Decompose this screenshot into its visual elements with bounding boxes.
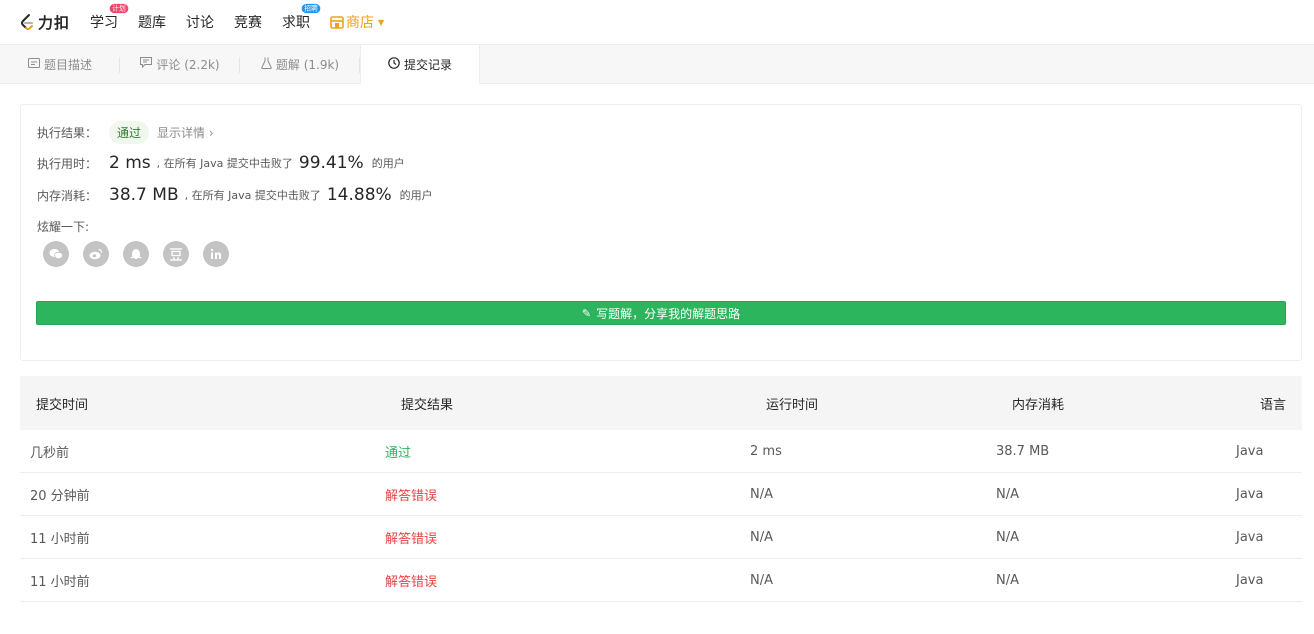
cell-runtime: N/A <box>750 529 773 545</box>
header-submit-result[interactable]: 提交结果 <box>385 394 750 413</box>
tab-submissions[interactable]: 提交记录 <box>360 45 480 84</box>
share-row: 炫耀一下: <box>37 218 89 235</box>
tab-description-label: 题目描述 <box>43 57 92 72</box>
leetcode-logo-icon <box>21 14 33 30</box>
flask-icon <box>261 57 272 72</box>
memory-suffix: 的用户 <box>399 189 433 202</box>
nav-store[interactable]: 商店 ▼ <box>330 12 384 32</box>
status-label: 执行结果： <box>37 126 98 140</box>
nav-contest[interactable]: 竞赛 <box>234 12 262 32</box>
header-language[interactable]: 语言 <box>1226 394 1302 413</box>
nav-discuss-label: 讨论 <box>186 15 215 31</box>
weibo-icon[interactable] <box>83 241 109 267</box>
description-icon <box>27 57 40 71</box>
chevron-down-icon: ▼ <box>378 17 385 27</box>
problem-tabbar: 题目描述 评论 (2.2k) 题解 (1.9k) 提交记录 <box>0 44 1314 84</box>
nav-learn-label: 学习 <box>90 15 119 31</box>
write-solution-button[interactable]: ✎ 写题解，分享我的解题思路 <box>36 301 1286 325</box>
nav-contest-label: 竞赛 <box>234 15 263 31</box>
write-solution-label: 写题解，分享我的解题思路 <box>596 306 741 321</box>
tab-solutions-label: 题解 (1.9k) <box>275 57 340 72</box>
cell-result[interactable]: 解答错误 <box>385 571 750 590</box>
linkedin-icon[interactable] <box>203 241 229 267</box>
logo[interactable]: 力扣 <box>18 12 70 33</box>
table-row[interactable]: 11 小时前 解答错误 N/A N/A Java <box>20 559 1302 602</box>
cell-result[interactable]: 通过 <box>385 442 750 461</box>
store-icon <box>330 15 344 29</box>
cell-time: 11 小时前 <box>30 531 90 547</box>
nav-discuss[interactable]: 讨论 <box>186 12 214 32</box>
status-row: 执行结果： 通过 显示详情 › <box>37 121 214 144</box>
cell-language: Java <box>1236 572 1264 588</box>
share-icons <box>43 241 243 267</box>
tab-solutions[interactable]: 题解 (1.9k) <box>240 45 360 83</box>
runtime-value: 2 ms <box>109 153 151 173</box>
cell-memory: N/A <box>996 572 1019 588</box>
share-label: 炫耀一下: <box>37 220 90 234</box>
cell-time: 20 分钟前 <box>30 488 90 504</box>
header-submit-time[interactable]: 提交时间 <box>20 394 385 413</box>
top-nav: 力扣 学习 计划 题库 讨论 竞赛 求职 招聘 商店 ▼ <box>0 0 1314 44</box>
cell-language: Java <box>1236 443 1264 459</box>
memory-row: 内存消耗： 38.7 MB , 在所有 Java 提交中击败了 14.88% 的… <box>37 185 433 205</box>
show-details-link[interactable]: 显示详情 › <box>157 124 214 141</box>
header-runtime[interactable]: 运行时间 <box>750 394 996 413</box>
nav-learn-badge: 计划 <box>109 3 129 14</box>
table-row[interactable]: 20 分钟前 解答错误 N/A N/A Java <box>20 473 1302 516</box>
wechat-icon[interactable] <box>43 241 69 267</box>
pencil-icon: ✎ <box>581 306 592 320</box>
nav-problems-label: 题库 <box>138 15 167 31</box>
nav-jobs-badge: 招聘 <box>301 3 321 14</box>
table-row[interactable]: 几秒前 通过 2 ms 38.7 MB Java <box>20 430 1302 473</box>
cell-runtime: N/A <box>750 572 773 588</box>
cell-time: 11 小时前 <box>30 574 90 590</box>
cell-memory: N/A <box>996 529 1019 545</box>
runtime-text: , 在所有 Java 提交中击败了 <box>156 157 293 170</box>
tab-comments[interactable]: 评论 (2.2k) <box>120 45 240 83</box>
memory-label: 内存消耗： <box>37 188 98 203</box>
qq-icon[interactable] <box>123 241 149 267</box>
nav-problems[interactable]: 题库 <box>138 12 166 32</box>
cell-result[interactable]: 解答错误 <box>385 528 750 547</box>
nav-jobs[interactable]: 求职 招聘 <box>282 3 321 32</box>
nav-store-label: 商店 <box>346 15 375 31</box>
table-row[interactable]: 11 小时前 解答错误 N/A N/A Java <box>20 516 1302 559</box>
submissions-table: 提交时间 提交结果 运行时间 内存消耗 语言 几秒前 通过 2 ms 38.7 … <box>20 376 1302 602</box>
header-memory[interactable]: 内存消耗 <box>996 394 1226 413</box>
cell-result[interactable]: 解答错误 <box>385 485 750 504</box>
cell-language: Java <box>1236 486 1264 502</box>
nav-jobs-label: 求职 <box>282 15 311 31</box>
runtime-label: 执行用时： <box>37 156 98 171</box>
cell-runtime: N/A <box>750 486 773 502</box>
logo-text: 力扣 <box>38 13 71 32</box>
cell-memory: 38.7 MB <box>996 443 1050 459</box>
status-badge: 通过 <box>109 121 150 144</box>
douban-icon[interactable] <box>163 241 189 267</box>
memory-value: 38.7 MB <box>109 185 179 205</box>
tab-description[interactable]: 题目描述 <box>0 45 120 83</box>
cell-time: 几秒前 <box>30 445 70 461</box>
memory-text: , 在所有 Java 提交中击败了 <box>184 189 321 202</box>
runtime-row: 执行用时： 2 ms , 在所有 Java 提交中击败了 99.41% 的用户 <box>37 153 405 173</box>
clock-icon <box>388 57 400 72</box>
table-header: 提交时间 提交结果 运行时间 内存消耗 语言 <box>20 376 1302 430</box>
cell-runtime: 2 ms <box>750 443 782 459</box>
tab-submissions-label: 提交记录 <box>403 58 452 72</box>
tab-comments-label: 评论 (2.2k) <box>156 57 220 72</box>
cell-memory: N/A <box>996 486 1019 502</box>
cell-language: Java <box>1236 529 1264 545</box>
result-card: 执行结果： 通过 显示详情 › 执行用时： 2 ms , 在所有 Java 提交… <box>20 104 1302 361</box>
comment-icon <box>140 57 153 71</box>
nav-learn[interactable]: 学习 计划 <box>90 3 129 32</box>
memory-percentile: 14.88% <box>326 185 392 205</box>
runtime-percentile: 99.41% <box>298 153 364 173</box>
runtime-suffix: 的用户 <box>371 157 405 170</box>
